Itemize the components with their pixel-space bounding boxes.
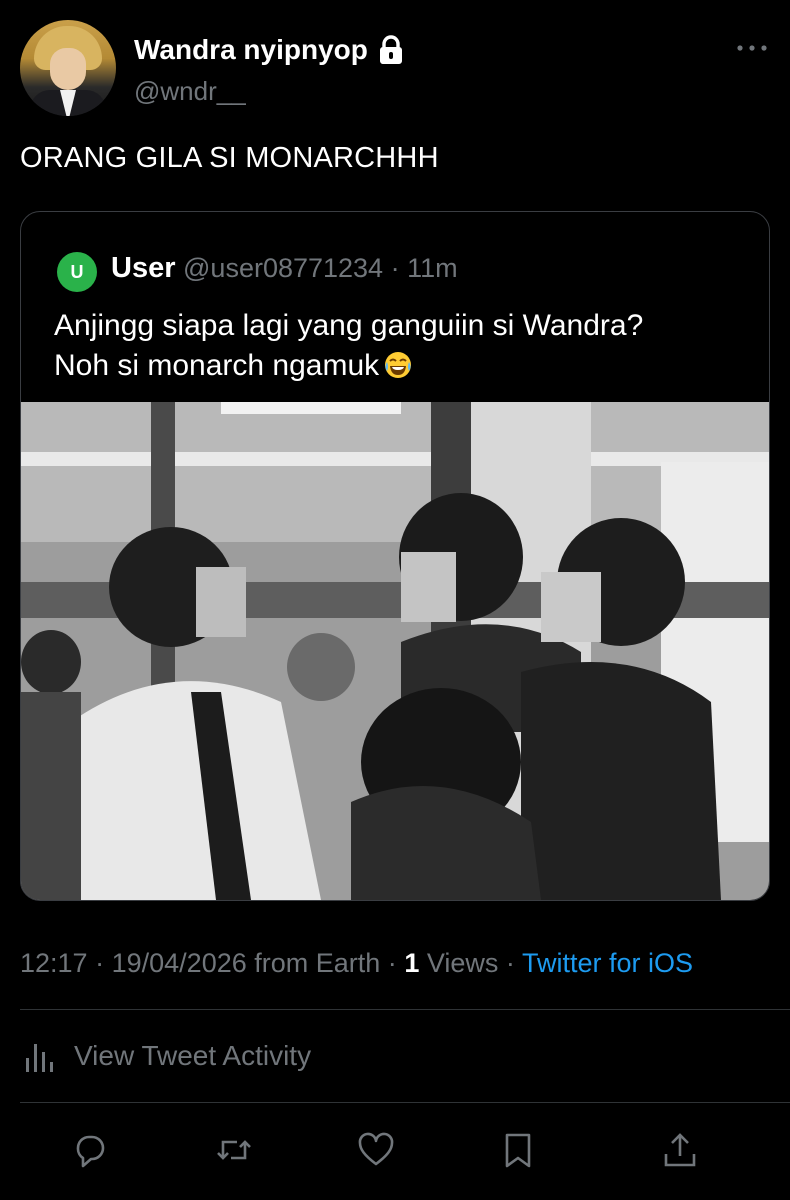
quoted-text-line-2-wrap: Noh si monarch ngamuk: [54, 346, 744, 386]
retweet-icon: [217, 1140, 251, 1160]
author-display-name[interactable]: Wandra nyipnyop: [134, 34, 368, 66]
quoted-user-handle[interactable]: @user08771234: [183, 253, 383, 283]
quoted-separator: ·: [390, 253, 400, 283]
reply-button[interactable]: [70, 1130, 110, 1170]
view-tweet-activity-button[interactable]: View Tweet Activity: [20, 1036, 311, 1076]
like-button[interactable]: [356, 1130, 396, 1170]
share-icon: [664, 1133, 696, 1167]
quoted-tweet-card[interactable]: U User @user08771234 · 11m Anjingg siapa…: [20, 211, 770, 901]
views-count: 1: [404, 948, 420, 978]
tweet-date-location: 19/04/2026 from Earth: [111, 948, 381, 978]
quoted-tweet-text: Anjingg siapa lagi yang ganguiin si Wand…: [54, 306, 744, 386]
reply-icon: [76, 1135, 105, 1168]
bookmark-icon: [505, 1133, 531, 1168]
author-display-name-row[interactable]: Wandra nyipnyop: [134, 34, 404, 66]
face-with-tears-of-joy-icon: [385, 352, 412, 378]
more-options-icon[interactable]: [734, 38, 770, 58]
share-button[interactable]: [660, 1130, 700, 1170]
retweet-button[interactable]: [214, 1130, 254, 1170]
quoted-user-avatar[interactable]: U: [57, 252, 97, 292]
meta-separator-1: ·: [95, 948, 105, 978]
view-tweet-activity-label: View Tweet Activity: [74, 1040, 312, 1071]
lock-icon: [379, 35, 402, 64]
tweet-source-link[interactable]: Twitter for iOS: [522, 948, 693, 978]
photo-scene: [21, 402, 769, 900]
divider-top: [20, 1009, 790, 1010]
tweet-action-bar: [0, 1130, 790, 1174]
quoted-text-line-2: Noh si monarch ngamuk: [54, 349, 380, 382]
chart-bars-icon: [26, 1044, 53, 1072]
author-avatar[interactable]: [20, 20, 116, 116]
quoted-tweet-photo[interactable]: [21, 402, 769, 900]
meta-separator-2: ·: [387, 948, 397, 978]
author-handle[interactable]: @wndr__: [134, 76, 246, 107]
meta-separator-3: ·: [505, 948, 515, 978]
quoted-tweet-time[interactable]: 11m: [407, 253, 458, 283]
quoted-user-name[interactable]: User: [111, 252, 176, 284]
tweet-text: ORANG GILA SI MONARCHHH: [20, 142, 439, 174]
tweet-meta: 12:17 · 19/04/2026 from Earth · 1 Views …: [20, 948, 693, 979]
bookmark-button[interactable]: [498, 1130, 538, 1170]
views-label: Views: [426, 948, 499, 978]
heart-icon: [358, 1132, 394, 1166]
tweet-time: 12:17: [20, 948, 88, 978]
avatar-face: [50, 48, 86, 90]
divider-bottom: [20, 1102, 790, 1103]
quoted-tweet-header: User @user08771234 · 11m: [111, 252, 458, 285]
quoted-text-line-1: Anjingg siapa lagi yang ganguiin si Wand…: [54, 309, 644, 342]
